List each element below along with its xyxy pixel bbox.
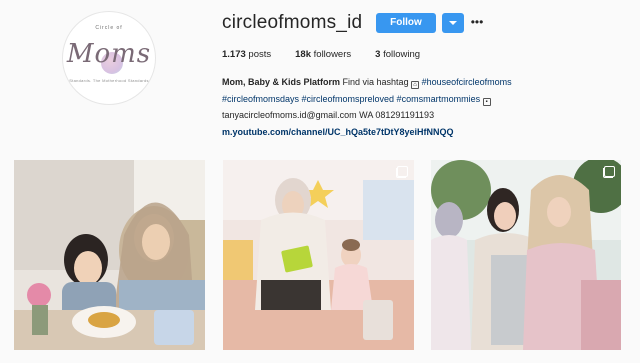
followers-count: 18k	[295, 49, 311, 60]
bio-external-link[interactable]: m.youtube.com/channel/UC_hQa5te7tDtY8yei…	[222, 124, 622, 141]
profile-avatar[interactable]: Circle of Moms Standards. The Motherhood…	[62, 11, 156, 105]
posts-label: posts	[248, 49, 272, 60]
following-stat[interactable]: 3 following	[375, 49, 420, 60]
followers-stat[interactable]: 18k followers	[295, 49, 351, 60]
bio-line-2: #circleofmomsdays #circleofmomspreloved …	[222, 91, 622, 108]
profile-full-name: Mom, Baby & Kids Platform	[222, 77, 341, 87]
logo-main-text: Moms	[66, 39, 152, 69]
carousel-icon	[603, 166, 615, 178]
following-label: following	[383, 49, 421, 60]
posts-stat: 1.173 posts	[222, 49, 271, 60]
profile-username: circleofmoms_id	[222, 12, 363, 33]
hashtag-link[interactable]: #houseofcircleofmoms	[422, 77, 512, 87]
post-thumbnail-1[interactable]	[14, 160, 205, 350]
profile-bio: Mom, Baby & Kids Platform Find via hasht…	[222, 74, 622, 140]
logo-bottom-text: Standards. The Motherhood Standards	[69, 78, 149, 83]
following-count: 3	[375, 49, 381, 60]
post-thumbnail-2[interactable]	[223, 160, 414, 350]
hashtag-links[interactable]: #circleofmomsdays #circleofmomspreloved …	[222, 94, 480, 104]
followers-label: followers	[313, 49, 352, 60]
bio-line-1: Mom, Baby & Kids Platform Find via hasht…	[222, 74, 622, 91]
post-photo	[431, 160, 621, 350]
chevron-down-icon	[449, 21, 457, 25]
house-emoji-icon: ⌂	[411, 81, 420, 89]
suggestions-dropdown-button[interactable]	[442, 13, 464, 33]
post-photo	[223, 160, 414, 350]
profile-stats: 1.173 posts 18k followers 3 following	[222, 49, 444, 60]
follow-button[interactable]: Follow	[376, 13, 436, 33]
avatar: Circle of Moms Standards. The Motherhood…	[62, 11, 156, 105]
logo-top-text: Circle of	[95, 25, 123, 31]
bio-contact: tanyacircleofmoms.id@gmail.com WA 081291…	[222, 110, 435, 120]
carousel-icon	[396, 166, 408, 178]
more-options-icon[interactable]: •••	[470, 13, 484, 33]
post-thumbnail-3[interactable]	[431, 160, 621, 350]
post-photo	[14, 160, 205, 350]
bio-text: Find via hashtag	[342, 77, 409, 87]
emoji-icon: ▪	[482, 97, 491, 106]
posts-count: 1.173	[222, 49, 246, 60]
